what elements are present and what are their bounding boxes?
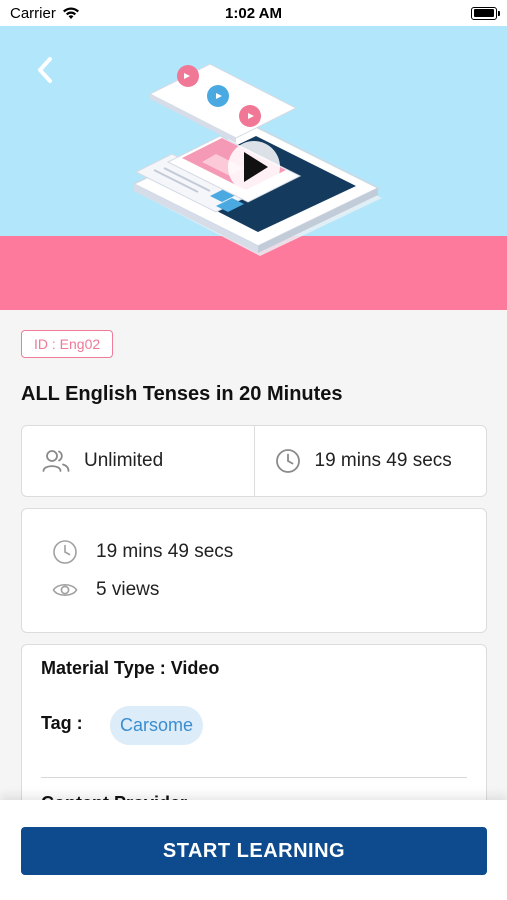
info-duration-value: 19 mins 49 secs <box>96 541 234 562</box>
info-views-row: 5 views <box>52 577 159 603</box>
chevron-left-icon <box>38 57 52 83</box>
clock-icon <box>53 540 77 564</box>
carrier-label: Carrier <box>10 4 56 22</box>
start-learning-button[interactable]: START LEARNING <box>21 827 487 875</box>
material-type-row: Material Type : Video <box>41 658 219 679</box>
info-card: 19 mins 49 secs 5 views <box>21 508 487 633</box>
course-id-badge: ID : Eng02 <box>21 330 114 358</box>
participants-stat: Unlimited <box>22 426 254 496</box>
bottom-action-bar: START LEARNING <box>0 800 507 900</box>
info-views-value: 5 views <box>96 579 160 600</box>
clock-icon <box>275 449 300 473</box>
participants-value: Unlimited <box>84 450 164 471</box>
material-type-value: Video <box>170 658 220 678</box>
wifi-icon <box>62 7 79 19</box>
status-left: Carrier <box>10 5 80 22</box>
status-bar: Carrier 1:02 AM <box>0 0 507 26</box>
info-duration-row: 19 mins 49 secs <box>52 539 233 565</box>
users-icon <box>42 450 70 472</box>
stats-card: Unlimited 19 mins 49 secs <box>21 425 487 497</box>
course-title: ALL English Tenses in 20 Minutes <box>21 383 343 405</box>
tag-label: Tag : <box>41 713 83 733</box>
duration-stat: 19 mins 49 secs <box>253 426 487 496</box>
tablet-video-illustration <box>132 63 382 256</box>
battery-icon <box>471 6 500 20</box>
duration-value: 19 mins 49 secs <box>314 450 452 471</box>
course-detail-screen: Carrier 1:02 AM ID: Eng02 ALL English T… <box>0 0 507 900</box>
divider <box>41 777 467 778</box>
eye-icon <box>52 583 78 597</box>
hero-banner <box>0 26 507 310</box>
tag-chip[interactable]: Carsome <box>110 706 204 745</box>
back-button[interactable] <box>30 52 60 88</box>
material-type-label: Material Type : <box>41 658 166 678</box>
